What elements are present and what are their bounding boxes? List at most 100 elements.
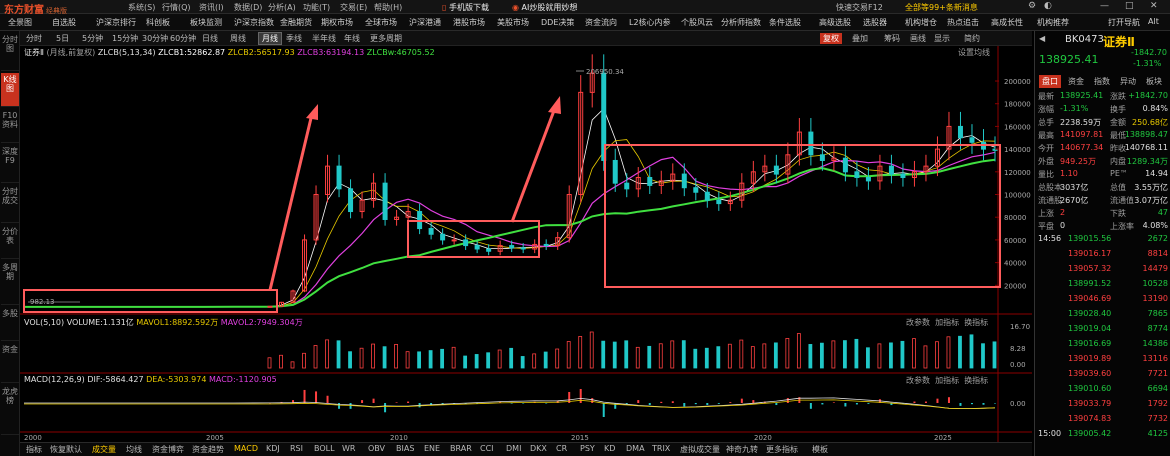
chart-tool-button[interactable]: 筹码 [884, 33, 900, 44]
nav-item[interactable]: 自选股 [52, 17, 76, 28]
indicator-tab[interactable]: 指标 [26, 444, 42, 455]
indicator-tab[interactable]: ENE [424, 444, 440, 453]
period-tab[interactable]: 5分钟 [82, 33, 103, 44]
period-tab[interactable]: 更多周期 [370, 33, 402, 44]
nav-item[interactable]: L2核心内参 [629, 17, 671, 28]
left-tab[interactable]: 多周期 [1, 261, 19, 305]
indicator-tab[interactable]: 神奇九转 [726, 444, 758, 455]
chart-tool-button[interactable]: 复权 [820, 33, 842, 44]
menu-item[interactable]: 资讯(I) [199, 2, 224, 13]
menu-item[interactable]: 行情(Q) [162, 2, 191, 13]
chart-tool-button[interactable]: 叠加 [852, 33, 868, 44]
indicator-tab[interactable]: BRAR [450, 444, 472, 453]
left-tab[interactable]: 多股 [1, 307, 19, 341]
mobile-download-link[interactable]: ▯ 手机版下载 [442, 2, 489, 13]
menu-item[interactable]: 系统(S) [128, 2, 155, 13]
nav-item[interactable]: 机构推荐 [1037, 17, 1069, 28]
indicator-tab[interactable]: OBV [368, 444, 385, 453]
indicator-tab[interactable]: BIAS [396, 444, 414, 453]
nav-item[interactable]: 金融期货 [280, 17, 312, 28]
period-tab[interactable]: 60分钟 [170, 33, 196, 44]
period-tab[interactable]: 年线 [344, 33, 360, 44]
back-icon[interactable]: ◀ [1039, 34, 1045, 43]
menu-item[interactable]: 分析(A) [268, 2, 296, 13]
indicator-tab[interactable]: CR [556, 444, 567, 453]
left-tab[interactable]: F10资料 [1, 109, 19, 143]
chart-tool-button[interactable]: 简约 [964, 33, 980, 44]
nav-item[interactable]: 热点追击 [947, 17, 979, 28]
messages-link[interactable]: 全部等99+条新消息 [905, 2, 978, 13]
period-tab[interactable]: 周线 [230, 33, 246, 44]
menu-item[interactable]: 数据(D) [234, 2, 262, 13]
quote-tab[interactable]: 异动 [1117, 75, 1139, 88]
left-tab[interactable]: 深度F9 [1, 145, 19, 183]
indicator-tab[interactable]: 成交量 [92, 444, 116, 455]
left-tab[interactable]: 分时成交 [1, 185, 19, 223]
indicator-tab[interactable]: DKX [530, 444, 547, 453]
nav-item[interactable]: 沪深京排行 [96, 17, 136, 28]
indicator-tab[interactable]: CCI [480, 444, 494, 453]
nav-item[interactable]: DDE决策 [541, 17, 574, 28]
nav-item[interactable]: 高级选股 [819, 17, 851, 28]
indicator-tab[interactable]: KD [604, 444, 615, 453]
period-tab[interactable]: 15分钟 [112, 33, 138, 44]
indicator-tab[interactable]: DMA [626, 444, 645, 453]
indicator-tab[interactable]: 恢复默认 [50, 444, 82, 455]
minimize-icon[interactable]: — [1100, 1, 1109, 11]
left-tab[interactable]: 分价表 [1, 225, 19, 259]
nav-item[interactable]: 美股市场 [497, 17, 529, 28]
indicator-tab[interactable]: TRIX [652, 444, 670, 453]
maximize-icon[interactable]: □ [1125, 1, 1134, 11]
period-tab[interactable]: 30分钟 [142, 33, 168, 44]
indicator-tab[interactable]: RSI [290, 444, 303, 453]
indicator-tab[interactable]: DMI [506, 444, 521, 453]
nav-item[interactable]: 条件选股 [769, 17, 801, 28]
indicator-tab[interactable]: 资金博弈 [152, 444, 184, 455]
menu-item[interactable]: 功能(T) [303, 2, 330, 13]
nav-item[interactable]: 沪深港通 [409, 17, 441, 28]
kline-chart[interactable]: 200000 180000 160000 140000 120000 100000 8000… [20, 46, 1032, 442]
chart-tool-button[interactable]: 显示 [934, 33, 950, 44]
indicator-tab[interactable]: MACD [234, 444, 258, 453]
nav-item[interactable]: 科创板 [146, 17, 170, 28]
period-tab[interactable]: 半年线 [312, 33, 336, 44]
quick-trade-button[interactable]: 快速交易F12 [836, 2, 883, 13]
indicator-tab[interactable]: 虚拟成交量 [680, 444, 720, 455]
nav-item[interactable]: 选股器 [863, 17, 887, 28]
menu-item[interactable]: 交易(E) [340, 2, 367, 13]
open-nav-button[interactable]: 打开导航 [1108, 17, 1140, 28]
indicator-tab[interactable]: PSY [580, 444, 595, 453]
settings-icon[interactable]: ⚙ [1028, 1, 1036, 11]
indicator-tab[interactable]: 模板 [812, 444, 828, 455]
quote-tab[interactable]: 盘口 [1039, 75, 1061, 88]
period-tab[interactable]: 5日 [56, 33, 69, 44]
indicator-tab[interactable]: BOLL [314, 444, 335, 453]
close-icon[interactable]: ✕ [1150, 1, 1158, 11]
indicator-tab[interactable]: 资金趋势 [192, 444, 224, 455]
quote-tab[interactable]: 资金 [1065, 75, 1087, 88]
nav-item[interactable]: 分析师指数 [721, 17, 761, 28]
nav-item[interactable]: 机构增仓 [905, 17, 937, 28]
quote-tab[interactable]: 指数 [1091, 75, 1113, 88]
chart-tool-button[interactable]: 画线 [910, 33, 926, 44]
nav-item[interactable]: 板块监测 [190, 17, 222, 28]
nav-item[interactable]: 港股市场 [453, 17, 485, 28]
nav-item[interactable]: 个股风云 [681, 17, 713, 28]
nav-item[interactable]: 全球市场 [365, 17, 397, 28]
ai-promo-link[interactable]: ◉ AI炒股就用妙想 [512, 2, 577, 13]
skin-icon[interactable]: ◐ [1044, 1, 1052, 11]
left-tab[interactable]: 分时图 [1, 33, 19, 71]
nav-item[interactable]: 沪深京指数 [234, 17, 274, 28]
period-tab[interactable]: 日线 [202, 33, 218, 44]
period-tab[interactable]: 月线 [258, 32, 282, 45]
indicator-tab[interactable]: WR [342, 444, 355, 453]
nav-item[interactable]: 全景图 [8, 17, 32, 28]
nav-item[interactable]: 高成长性 [991, 17, 1023, 28]
quote-tab[interactable]: 板块 [1143, 75, 1165, 88]
period-tab[interactable]: 分时 [26, 33, 42, 44]
left-tab[interactable]: 龙虎榜 [1, 385, 19, 435]
menu-item[interactable]: 帮助(H) [374, 2, 402, 13]
alt-button[interactable]: Alt [1148, 17, 1159, 26]
indicator-tab[interactable]: KDJ [266, 444, 280, 453]
left-tab[interactable]: K线图 [1, 73, 19, 107]
